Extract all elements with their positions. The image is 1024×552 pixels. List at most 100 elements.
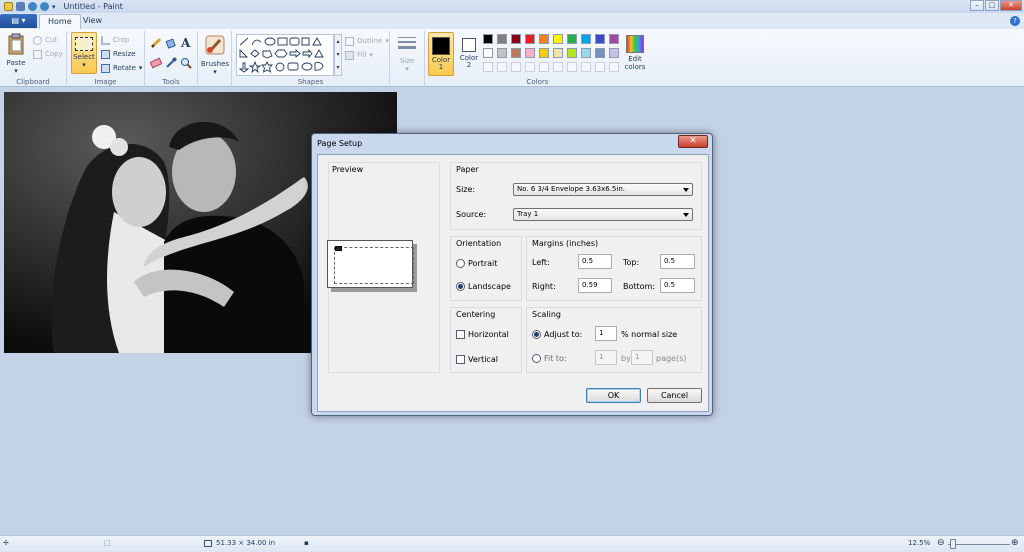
palette-swatch[interactable] xyxy=(553,48,563,58)
magnifier-icon[interactable] xyxy=(180,57,192,69)
fill-button[interactable]: Fill ▾ xyxy=(345,49,373,61)
cursor-position-icon: ✛ xyxy=(3,539,9,547)
palette-swatch[interactable] xyxy=(497,48,507,58)
portrait-radio[interactable] xyxy=(456,259,465,268)
adjust-to-label[interactable]: Adjust to: xyxy=(544,330,582,339)
outline-button[interactable]: Outline ▾ xyxy=(345,35,389,47)
zoom-slider-track[interactable] xyxy=(948,544,1010,545)
palette-swatch[interactable] xyxy=(483,34,493,44)
palette-swatch[interactable] xyxy=(595,34,605,44)
shapes-gallery[interactable] xyxy=(236,34,334,76)
palette-swatch[interactable] xyxy=(539,34,549,44)
shapes-gallery-scroll[interactable]: ▴ ▾ ▾ xyxy=(334,34,342,76)
eraser-icon[interactable] xyxy=(150,57,162,69)
palette-swatch[interactable] xyxy=(595,48,605,58)
palette-swatch[interactable] xyxy=(567,34,577,44)
palette-swatch[interactable] xyxy=(539,48,549,58)
palette-swatch[interactable] xyxy=(483,48,493,58)
adjust-to-input[interactable]: 1 xyxy=(595,326,617,341)
crop-button[interactable]: Crop xyxy=(101,34,129,46)
status-bar: ✛ ⬚ 51.33 × 34.00 in ▪ 12.5% ⊖ ⊕ xyxy=(0,535,1024,552)
select-button[interactable]: Select ▾ xyxy=(71,32,97,74)
zoom-out-button[interactable]: ⊖ xyxy=(937,538,945,548)
custom-color-slot[interactable] xyxy=(483,62,493,72)
fit-width-input[interactable]: 1 xyxy=(595,350,617,365)
margin-bottom-input[interactable]: 0.5 xyxy=(660,278,695,293)
palette-swatch[interactable] xyxy=(511,48,521,58)
customize-qat-chevron-icon[interactable]: ▾ xyxy=(52,3,56,11)
custom-color-slot[interactable] xyxy=(553,62,563,72)
custom-color-slot[interactable] xyxy=(511,62,521,72)
brushes-button[interactable]: Brushes ▾ xyxy=(200,34,230,76)
margin-left-input[interactable]: 0.5 xyxy=(578,254,612,269)
fit-height-input[interactable]: 1 xyxy=(631,350,653,365)
save-icon[interactable] xyxy=(16,2,25,11)
custom-color-slot[interactable] xyxy=(581,62,591,72)
colors-group-label: Colors xyxy=(526,78,549,86)
custom-color-slot[interactable] xyxy=(525,62,535,72)
margin-top-input[interactable]: 0.5 xyxy=(660,254,695,269)
custom-color-slot[interactable] xyxy=(567,62,577,72)
cancel-button[interactable]: Cancel xyxy=(647,388,702,403)
adjust-to-suffix: % normal size xyxy=(621,330,678,339)
palette-swatch[interactable] xyxy=(525,34,535,44)
pencil-icon[interactable] xyxy=(150,37,162,49)
zoom-in-button[interactable]: ⊕ xyxy=(1011,538,1019,548)
copy-button[interactable]: Copy xyxy=(33,48,63,60)
custom-color-slot[interactable] xyxy=(497,62,507,72)
palette-swatch[interactable] xyxy=(609,48,619,58)
palette-swatch[interactable] xyxy=(567,48,577,58)
close-button[interactable]: ✕ xyxy=(1000,0,1022,11)
source-field-label: Source: xyxy=(456,210,487,219)
dialog-title: Page Setup xyxy=(317,139,363,148)
size-button[interactable]: Size ▾ xyxy=(394,35,420,73)
color2-button[interactable]: Color 2 xyxy=(457,32,481,76)
fit-to-label[interactable]: Fit to: xyxy=(544,354,567,363)
custom-color-slot[interactable] xyxy=(609,62,619,72)
paper-size-dropdown[interactable]: No. 6 3/4 Envelope 3.63x6.5in. xyxy=(513,183,693,196)
paint-menu-button[interactable]: ▤ ▾ xyxy=(0,14,37,28)
rotate-icon xyxy=(101,63,110,73)
paper-source-dropdown[interactable]: Tray 1 xyxy=(513,208,693,221)
palette-swatch[interactable] xyxy=(609,34,619,44)
tab-view[interactable]: View xyxy=(75,14,110,29)
undo-icon[interactable] xyxy=(28,2,37,11)
palette-swatch[interactable] xyxy=(511,34,521,44)
rotate-button[interactable]: Rotate ▾ xyxy=(101,62,142,74)
palette-swatch[interactable] xyxy=(497,34,507,44)
color1-button[interactable]: Color 1 xyxy=(428,32,454,76)
help-icon[interactable]: ? xyxy=(1010,16,1020,26)
paste-button[interactable]: Paste ▾ xyxy=(4,33,28,75)
adjust-to-radio[interactable] xyxy=(532,330,541,339)
vertical-label[interactable]: Vertical xyxy=(468,355,498,364)
fill-bucket-icon[interactable] xyxy=(165,37,177,49)
portrait-label[interactable]: Portrait xyxy=(468,259,497,268)
ok-button[interactable]: OK xyxy=(586,388,641,403)
orientation-frame: Orientation Portrait Landscape xyxy=(450,236,522,301)
palette-swatch[interactable] xyxy=(581,48,591,58)
custom-color-slot[interactable] xyxy=(595,62,605,72)
edit-colors-button[interactable]: Edit colors xyxy=(621,35,649,71)
dialog-close-button[interactable]: ✕ xyxy=(678,135,708,148)
redo-icon[interactable] xyxy=(40,2,49,11)
horizontal-checkbox[interactable] xyxy=(456,330,465,339)
resize-button[interactable]: Resize xyxy=(101,48,135,60)
zoom-slider-thumb[interactable] xyxy=(950,539,956,549)
maximize-button[interactable]: □ xyxy=(985,0,999,11)
palette-swatch[interactable] xyxy=(553,34,563,44)
palette-swatch[interactable] xyxy=(525,48,535,58)
landscape-label[interactable]: Landscape xyxy=(468,282,511,291)
landscape-radio[interactable] xyxy=(456,282,465,291)
vertical-checkbox[interactable] xyxy=(456,355,465,364)
minimize-button[interactable]: – xyxy=(970,0,984,11)
custom-color-slot[interactable] xyxy=(539,62,549,72)
fit-to-radio[interactable] xyxy=(532,354,541,363)
margin-right-input[interactable]: 0.59 xyxy=(578,278,612,293)
palette-swatch[interactable] xyxy=(581,34,591,44)
color-picker-icon[interactable] xyxy=(165,57,177,69)
cut-button[interactable]: Cut xyxy=(33,34,57,46)
color2-label: Color 2 xyxy=(459,54,479,69)
text-tool-icon[interactable]: A xyxy=(180,36,192,48)
horizontal-label[interactable]: Horizontal xyxy=(468,330,509,339)
printer-icon xyxy=(335,246,342,251)
